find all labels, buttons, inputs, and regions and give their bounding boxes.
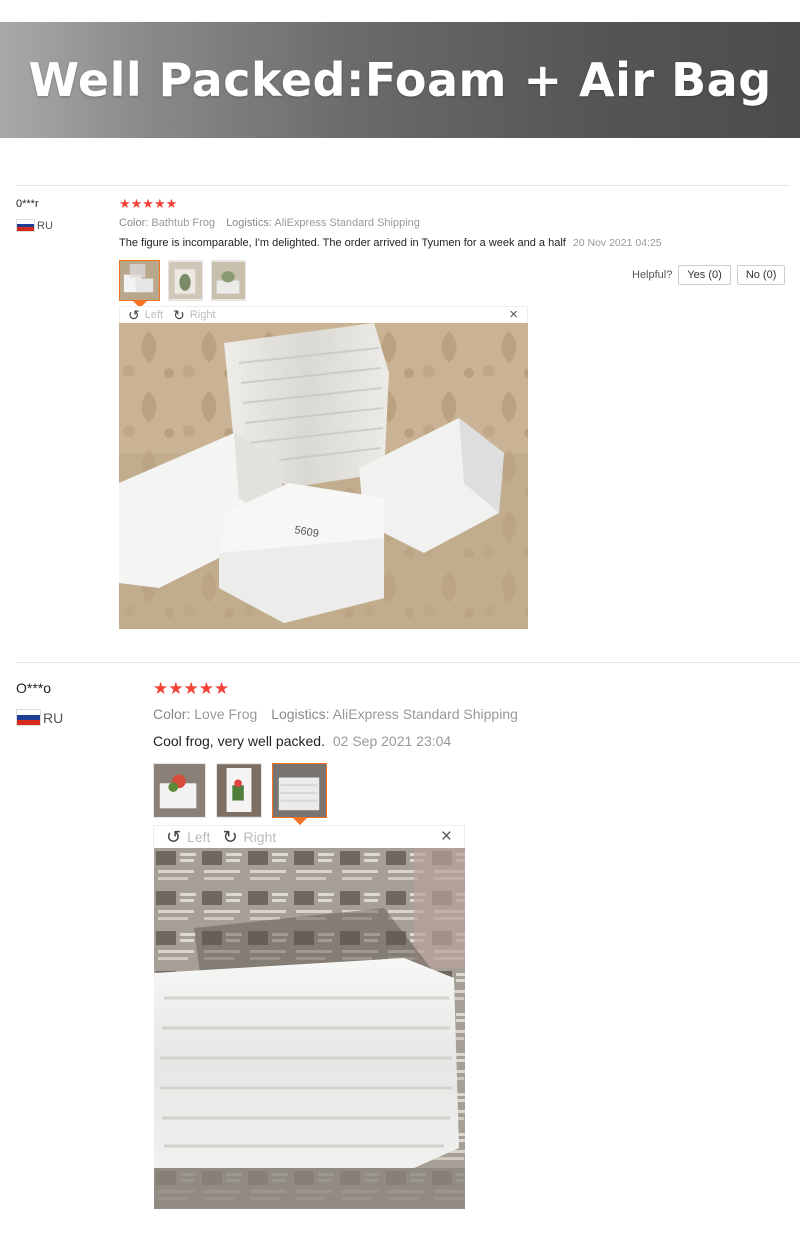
thumbnail-image	[273, 764, 326, 817]
photo-thumbnail[interactable]	[153, 763, 206, 818]
rotate-right-icon: ↻	[222, 826, 238, 847]
review-photo: 5609	[119, 323, 528, 629]
reviewer-country: RU	[16, 709, 63, 726]
close-icon[interactable]: ×	[509, 306, 518, 323]
close-icon[interactable]: ×	[441, 826, 452, 848]
country-code: RU	[43, 709, 64, 726]
photo-thumbnail[interactable]	[216, 763, 262, 818]
photo-thumbnail[interactable]	[119, 260, 160, 308]
rotate-right-label: Right	[189, 309, 216, 321]
logistics-value: AliExpress Standard Shipping	[274, 217, 420, 229]
review-photo-image: 5609	[119, 323, 528, 629]
rotate-right-label: Right	[243, 829, 277, 845]
reviewer-name: O***o	[16, 680, 52, 696]
logistics-value: AliExpress Standard Shipping	[332, 706, 518, 722]
rotate-left-button[interactable]: ↺ Left	[166, 827, 210, 848]
russia-flag-icon	[16, 709, 41, 726]
country-code: RU	[37, 219, 53, 232]
rotate-left-label: Left	[187, 829, 211, 845]
rotate-left-icon: ↺	[166, 826, 182, 847]
review-photo	[154, 848, 465, 1209]
color-value: Bathtub Frog	[151, 217, 215, 229]
review-photo-image	[154, 848, 465, 1209]
helpful-label: Helpful?	[632, 269, 673, 281]
review-text: The figure is incomparable, I'm delighte…	[119, 237, 662, 249]
color-value: Love Frog	[194, 706, 258, 722]
review-body: Cool frog, very well packed.	[153, 733, 325, 749]
review-date: 20 Nov 2021 04:25	[572, 237, 662, 249]
review-text: Cool frog, very well packed. 02 Sep 2021…	[153, 733, 451, 749]
thumbnail-image	[120, 261, 159, 300]
photo-thumbnail[interactable]	[272, 763, 327, 825]
logistics-label: Logistics:	[271, 706, 330, 722]
rotate-left-label: Left	[144, 309, 164, 321]
helpful-section: Helpful? Yes (0) No (0)	[632, 265, 786, 285]
star-rating: ★★★★★	[119, 196, 178, 211]
thumbnail-image	[212, 261, 245, 300]
rotate-right-button[interactable]: ↻ Right	[173, 307, 215, 324]
photo-thumbnail[interactable]	[211, 260, 246, 301]
reviewer-country: RU	[16, 219, 53, 232]
divider	[16, 662, 800, 663]
logistics-label: Logistics:	[226, 217, 272, 229]
thumbnail-image	[154, 764, 205, 817]
photo-thumbnail[interactable]	[168, 260, 203, 301]
review-meta: Color: Love Frog Logistics: AliExpress S…	[153, 706, 518, 722]
color-label: Color:	[153, 706, 191, 722]
color-label: Color:	[119, 217, 149, 229]
rotate-right-icon: ↻	[173, 306, 185, 323]
divider	[16, 185, 790, 186]
thumbnail-image	[169, 261, 202, 300]
rotate-left-button[interactable]: ↺ Left	[128, 307, 163, 324]
star-rating: ★★★★★	[153, 679, 230, 698]
photo-thumbnails	[119, 260, 246, 308]
photo-viewer-toolbar: ↺ Left ↻ Right ×	[153, 825, 465, 848]
rotate-right-button[interactable]: ↻ Right	[222, 827, 276, 848]
photo-thumbnails	[153, 763, 327, 825]
promo-banner: Well Packed:Foam + Air Bag	[0, 22, 800, 138]
reviewer-name: 0***r	[16, 198, 39, 210]
russia-flag-icon	[16, 219, 35, 232]
review-meta: Color: Bathtub Frog Logistics: AliExpres…	[119, 217, 420, 229]
helpful-yes-button[interactable]: Yes (0)	[678, 265, 731, 285]
rotate-left-icon: ↺	[128, 306, 140, 323]
banner-title: Well Packed:Foam + Air Bag	[28, 53, 772, 107]
thumbnail-image	[217, 764, 261, 817]
review-date: 02 Sep 2021 23:04	[332, 733, 452, 749]
photo-viewer-toolbar: ↺ Left ↻ Right ×	[119, 306, 528, 323]
helpful-no-button[interactable]: No (0)	[736, 265, 786, 285]
review-body: The figure is incomparable, I'm delighte…	[119, 237, 566, 249]
